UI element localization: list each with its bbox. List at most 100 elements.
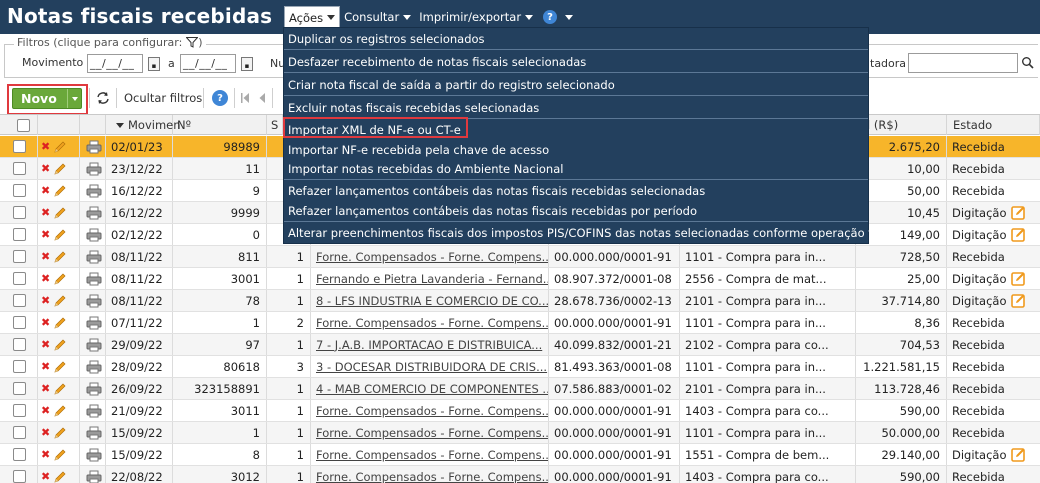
delete-icon[interactable]: ✖ [41, 448, 50, 461]
header-numero[interactable]: Nº [173, 115, 267, 135]
table-row[interactable]: ✖ 28/09/22 80618 3 3 - DOCESAR DISTRIBUIDORA… [0, 356, 1040, 378]
menu-item-alterar-pis-cofins[interactable]: Alterar preenchimentos fiscais dos impos… [288, 226, 898, 240]
delete-icon[interactable]: ✖ [41, 470, 50, 483]
row-checkbox[interactable] [13, 426, 26, 439]
row-fornecedor-link[interactable]: Forne. Compensados - Forne. Compens... [311, 246, 549, 267]
novo-button[interactable]: Novo [12, 88, 82, 109]
pencil-icon[interactable] [53, 140, 67, 154]
delete-icon[interactable]: ✖ [41, 360, 50, 373]
delete-icon[interactable]: ✖ [41, 338, 50, 351]
pencil-icon[interactable] [53, 426, 67, 440]
menu-acoes[interactable]: Ações [284, 6, 341, 28]
header-estado[interactable]: Estado [947, 115, 1040, 135]
pencil-icon[interactable] [53, 294, 67, 308]
delete-icon[interactable]: ✖ [41, 184, 50, 197]
delete-icon[interactable]: ✖ [41, 272, 50, 285]
ocultar-filtros-button[interactable]: Ocultar filtros [124, 91, 202, 105]
menu-item-desfazer-recebimento[interactable]: Desfazer recebimento de notas fiscais se… [288, 55, 586, 69]
pencil-icon[interactable] [53, 470, 67, 483]
edit-icon[interactable] [1010, 293, 1026, 308]
table-row[interactable]: ✖ 08/11/22 78 1 8 - LFS INDUSTRIA E COMERCIO… [0, 290, 1040, 312]
row-fornecedor-link[interactable]: Forne. Compensados - Forne. Compens... [311, 312, 549, 333]
pencil-icon[interactable] [53, 338, 67, 352]
date-to-input[interactable]: __/__/__ [180, 54, 236, 73]
menu-help[interactable]: ? [537, 6, 577, 28]
menu-item-excluir[interactable]: Excluir notas fiscais recebidas selecion… [288, 101, 539, 115]
table-row[interactable]: ✖ 15/09/22 8 1 Forne. Compensados - Forne. C… [0, 444, 1040, 466]
delete-icon[interactable]: ✖ [41, 316, 50, 329]
row-fornecedor-link[interactable]: Forne. Compensados - Forne. Compens... [311, 466, 549, 483]
row-checkbox[interactable] [13, 360, 26, 373]
edit-icon[interactable] [1010, 227, 1026, 242]
row-fornecedor-link[interactable]: Fernando e Pietra Lavanderia - Fernand..… [311, 268, 549, 289]
row-checkbox[interactable] [13, 184, 26, 197]
menu-item-duplicar[interactable]: Duplicar os registros selecionados [288, 32, 485, 46]
printer-icon[interactable] [86, 294, 102, 308]
select-all-checkbox[interactable] [17, 118, 30, 132]
row-checkbox[interactable] [13, 162, 26, 175]
printer-icon[interactable] [86, 382, 102, 396]
row-checkbox[interactable] [13, 250, 26, 263]
pencil-icon[interactable] [53, 162, 67, 176]
row-fornecedor-link[interactable]: Forne. Compensados - Forne. Compens... [311, 400, 549, 421]
help-icon[interactable]: ? [212, 90, 228, 106]
prev-page-icon[interactable] [258, 92, 266, 104]
header-movimento[interactable]: Movimen [106, 115, 181, 135]
delete-icon[interactable]: ✖ [41, 228, 50, 241]
menu-item-refazer-periodo[interactable]: Refazer lançamentos contábeis das notas … [288, 204, 697, 218]
pencil-icon[interactable] [53, 206, 67, 220]
menu-item-criar-nota-saida[interactable]: Criar nota fiscal de saída a partir do r… [288, 78, 615, 92]
row-checkbox[interactable] [13, 316, 26, 329]
printer-icon[interactable] [86, 404, 102, 418]
novo-dropdown[interactable] [67, 89, 81, 108]
row-checkbox[interactable] [13, 470, 26, 483]
header-serie[interactable]: S [267, 115, 283, 135]
table-row[interactable]: ✖ 26/09/22 323158891 1 4 - MAB COMERCIO DE C… [0, 378, 1040, 400]
printer-icon[interactable] [86, 316, 102, 330]
row-checkbox[interactable] [13, 140, 26, 153]
row-fornecedor-link[interactable]: 4 - MAB COMERCIO DE COMPONENTES ... [311, 378, 549, 399]
printer-icon[interactable] [86, 184, 102, 198]
row-fornecedor-link[interactable]: Forne. Compensados - Forne. Compens... [311, 444, 549, 465]
pencil-icon[interactable] [53, 228, 67, 242]
pencil-icon[interactable] [53, 360, 67, 374]
first-page-icon[interactable] [240, 92, 250, 104]
row-fornecedor-link[interactable]: 3 - DOCESAR DISTRIBUIDORA DE CRIS... [311, 356, 549, 377]
date-from-input[interactable]: __/__/__ [87, 54, 143, 73]
pencil-icon[interactable] [53, 184, 67, 198]
refresh-icon[interactable] [95, 91, 111, 105]
printer-icon[interactable] [86, 250, 102, 264]
edit-icon[interactable] [1010, 271, 1026, 286]
row-fornecedor-link[interactable]: 8 - LFS INDUSTRIA E COMERCIO DE CO... [311, 290, 549, 311]
row-checkbox[interactable] [13, 382, 26, 395]
table-row[interactable]: ✖ 22/08/22 3012 1 Forne. Compensados - Forne… [0, 466, 1040, 483]
pencil-icon[interactable] [53, 404, 67, 418]
row-fornecedor-link[interactable]: Forne. Compensados - Forne. Compens... [311, 422, 549, 443]
printer-icon[interactable] [86, 162, 102, 176]
printer-icon[interactable] [86, 272, 102, 286]
table-row[interactable]: ✖ 07/11/22 1 2 Forne. Compensados - Forne. C… [0, 312, 1040, 334]
search-icon[interactable] [1021, 56, 1035, 70]
row-checkbox[interactable] [13, 404, 26, 417]
pencil-icon[interactable] [53, 250, 67, 264]
menu-item-importar-ambiente-nacional[interactable]: Importar notas recebidas do Ambiente Nac… [288, 162, 563, 176]
table-row[interactable]: ✖ 08/11/22 3001 1 Fernando e Pietra Lavander… [0, 268, 1040, 290]
row-fornecedor-link[interactable]: 7 - J.A.B. IMPORTACAO E DISTRIBUICA... [311, 334, 549, 355]
calendar-icon[interactable]: ▪ [148, 57, 160, 71]
delete-icon[interactable]: ✖ [41, 404, 50, 417]
printer-icon[interactable] [86, 338, 102, 352]
edit-icon[interactable] [1010, 205, 1026, 220]
pencil-icon[interactable] [53, 448, 67, 462]
menu-imprimir-exportar[interactable]: Imprimir/exportar [415, 6, 537, 28]
printer-icon[interactable] [86, 206, 102, 220]
delete-icon[interactable]: ✖ [41, 382, 50, 395]
printer-icon[interactable] [86, 426, 102, 440]
edit-icon[interactable] [1010, 447, 1026, 462]
menu-item-importar-chave[interactable]: Importar NF-e recebida pela chave de ace… [288, 143, 549, 157]
table-row[interactable]: ✖ 21/09/22 3011 1 Forne. Compensados - Forne… [0, 400, 1040, 422]
table-row[interactable]: ✖ 15/09/22 1 1 Forne. Compensados - Forne. C… [0, 422, 1040, 444]
delete-icon[interactable]: ✖ [41, 294, 50, 307]
row-checkbox[interactable] [13, 448, 26, 461]
table-row[interactable]: ✖ 08/11/22 811 1 Forne. Compensados - Forne.… [0, 246, 1040, 268]
header-valor-total[interactable]: al (R$) [856, 115, 947, 135]
